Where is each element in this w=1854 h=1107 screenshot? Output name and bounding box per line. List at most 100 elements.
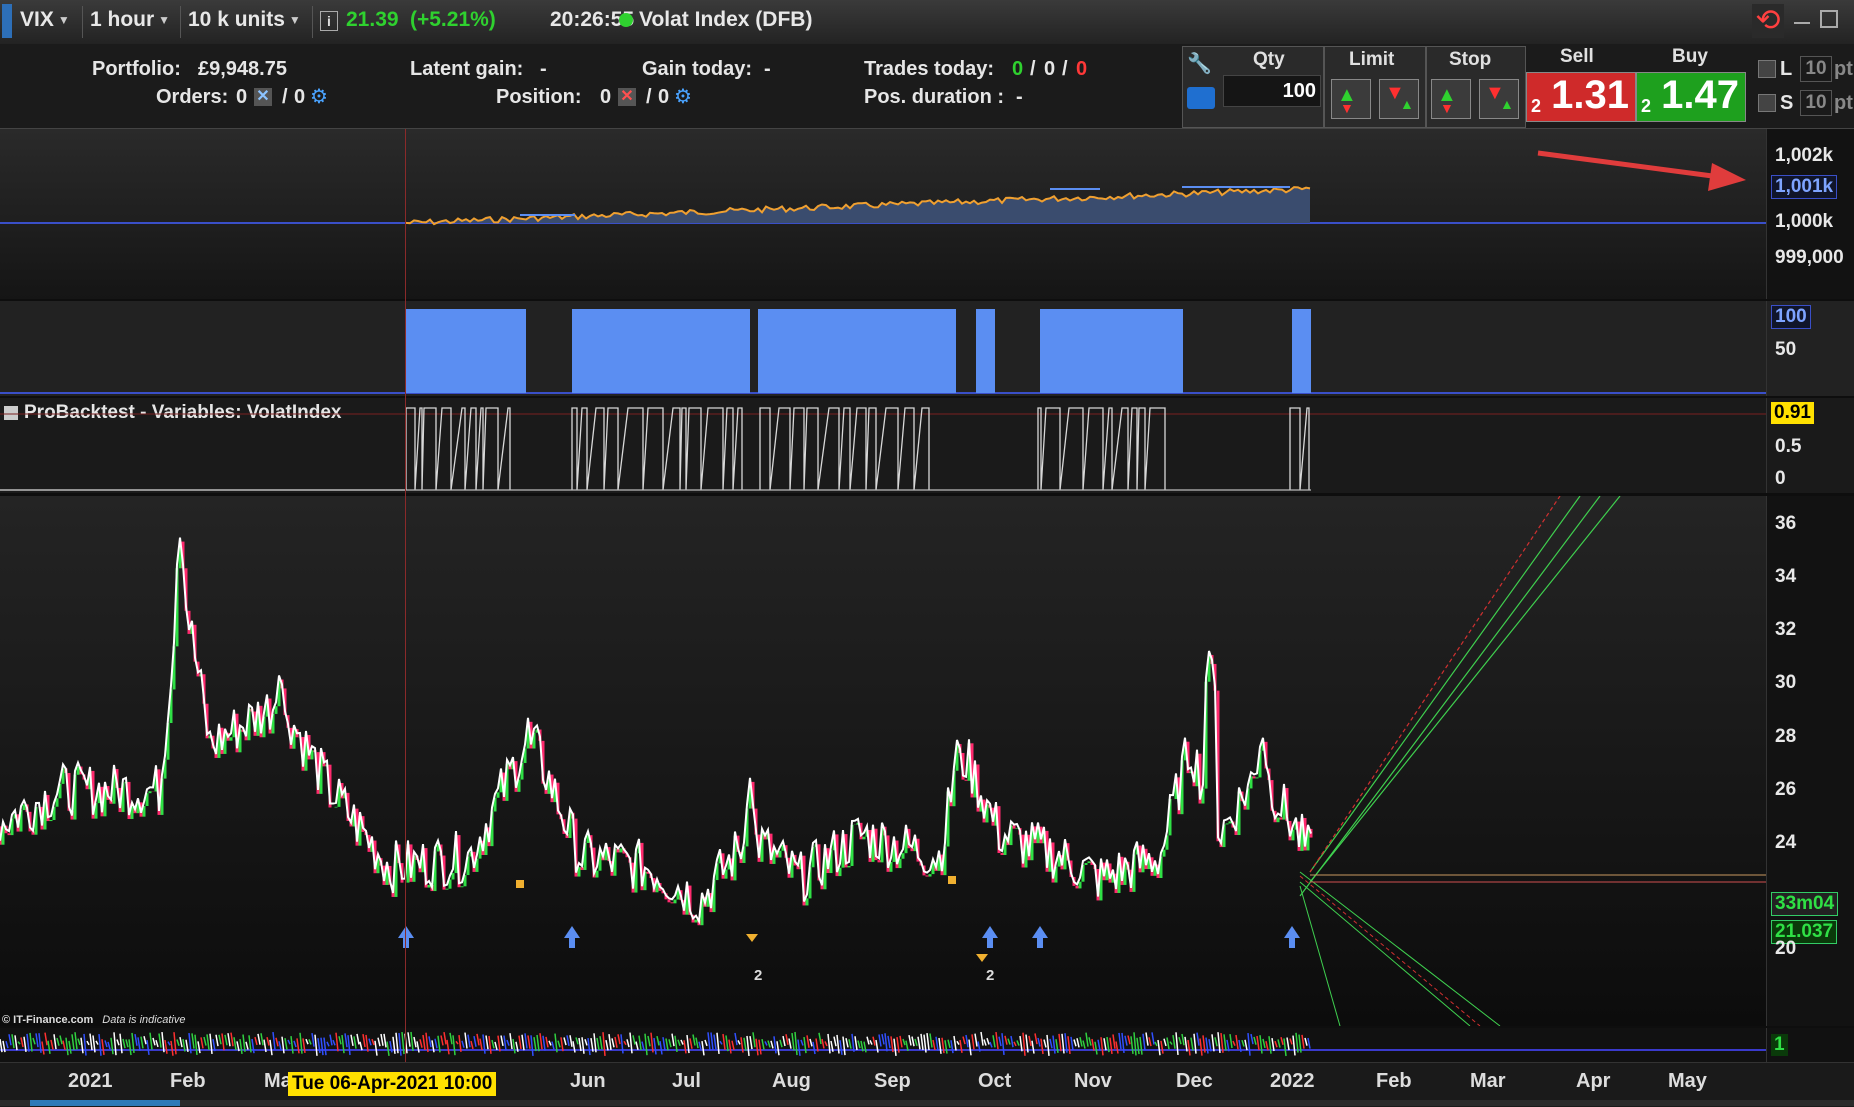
gear-icon[interactable]: ⚙	[310, 84, 328, 109]
volume-tick	[95, 1040, 99, 1045]
qty-box: 🔧 Qty 100	[1182, 46, 1324, 128]
limit-points-input[interactable]: 10	[1800, 56, 1832, 82]
price-tick: 34	[1775, 566, 1797, 587]
volume-tick	[701, 1041, 705, 1056]
volume-tick	[782, 1035, 786, 1047]
volume-tick	[320, 1037, 324, 1056]
volume-tick	[563, 1037, 567, 1046]
limit-checkbox[interactable]	[1758, 60, 1776, 78]
volume-tick	[854, 1036, 858, 1051]
variables-tick: 0.5	[1775, 436, 1802, 457]
volume-tick	[545, 1036, 549, 1048]
volume-tick	[1079, 1037, 1083, 1047]
volume-tick	[920, 1033, 924, 1051]
stop-sell-button[interactable]: ▼ ▲	[1479, 79, 1519, 119]
volume-tick	[566, 1035, 570, 1047]
volume-tick	[1097, 1039, 1101, 1051]
volume-tick	[377, 1037, 381, 1047]
buy-button[interactable]: 2 1.47	[1636, 72, 1746, 122]
volume-tick	[278, 1041, 282, 1050]
volume-tick	[1124, 1035, 1128, 1046]
volume-tick	[146, 1040, 150, 1055]
top-toolbar: VIX ▼ 1 hour ▼ 10 k units ▼ i 21.39 (+5.21%…	[0, 0, 1854, 45]
limit-sell-button[interactable]: ▼ ▲	[1379, 79, 1419, 119]
time-axis-label: Mar	[1470, 1070, 1506, 1092]
link-check-icon[interactable]	[2, 4, 12, 38]
projection-line	[1309, 496, 1581, 873]
volume-tick	[992, 1035, 996, 1048]
volume-tick	[812, 1041, 816, 1055]
buy-signal-arrow-icon	[569, 938, 575, 948]
volume-tick	[494, 1041, 498, 1051]
volume-tick	[65, 1037, 69, 1056]
pos-duration-label: Pos. duration :	[864, 86, 1004, 108]
volume-tick	[1274, 1040, 1278, 1048]
units-dropdown[interactable]: 10 k units ▼	[188, 8, 301, 32]
volume-tick	[227, 1033, 231, 1047]
volume-tick	[719, 1040, 723, 1045]
gear-icon[interactable]: ⚙	[674, 84, 692, 109]
minimize-icon[interactable]	[1794, 22, 1810, 24]
refresh-icon[interactable]: ⟲	[1752, 4, 1784, 38]
volume-tick	[5, 1040, 9, 1049]
volume-tick	[623, 1040, 627, 1046]
volume-tick	[1133, 1032, 1137, 1056]
volume-tick	[950, 1040, 954, 1054]
volume-tick	[1283, 1038, 1287, 1057]
volume-tick	[353, 1036, 357, 1049]
stop-points-unit: pt	[1834, 92, 1853, 114]
volume-tick	[1289, 1038, 1293, 1045]
wrench-icon[interactable]: 🔧	[1187, 51, 1213, 75]
stop-points-input[interactable]: 10	[1800, 90, 1832, 116]
volume-tick	[653, 1037, 657, 1055]
volume-tick	[1049, 1038, 1053, 1049]
cancel-orders-icon[interactable]: ✕	[254, 88, 272, 106]
horizontal-scrollbar[interactable]	[0, 1100, 1854, 1106]
stop-buy-button[interactable]: ▲ ▼	[1431, 79, 1471, 119]
volume-tick	[1211, 1034, 1215, 1052]
volume-tick	[155, 1039, 159, 1048]
scrollbar-thumb[interactable]	[30, 1100, 180, 1106]
volume-tick	[221, 1033, 225, 1051]
time-axis-label: 2022	[1270, 1070, 1315, 1092]
close-position-icon[interactable]: ✕	[618, 88, 636, 106]
volume-tick	[11, 1034, 15, 1049]
volume-tick	[695, 1037, 699, 1049]
volume-tick	[56, 1037, 60, 1046]
maximize-icon[interactable]	[1820, 10, 1838, 28]
volume-tick	[1286, 1037, 1290, 1051]
volume-tick	[1301, 1034, 1305, 1049]
volume-tick	[536, 1034, 540, 1052]
volume-tick	[206, 1034, 210, 1050]
qty-input[interactable]: 100	[1223, 75, 1321, 107]
volume-tick	[125, 1039, 129, 1048]
symbol-dropdown[interactable]: VIX ▼	[20, 8, 70, 32]
volume-tick	[722, 1033, 726, 1050]
volume-tick	[62, 1040, 66, 1050]
volume-tick	[506, 1039, 510, 1046]
volume-tick	[1232, 1040, 1236, 1046]
keyboard-icon[interactable]	[1187, 87, 1215, 109]
timeframe-dropdown[interactable]: 1 hour ▼	[90, 8, 170, 32]
volume-tick	[539, 1033, 543, 1050]
equity-tick: 1,000k	[1775, 211, 1834, 232]
instrument-name: Volat Index (DFB)	[639, 8, 813, 31]
info-icon[interactable]: i	[320, 11, 338, 31]
volume-tick	[245, 1041, 249, 1050]
volume-tick	[908, 1035, 912, 1046]
volume-tick	[386, 1041, 390, 1056]
stop-checkbox[interactable]	[1758, 94, 1776, 112]
variables-axis: 0.91 0.5 0	[1766, 398, 1854, 493]
volume-tick	[746, 1035, 750, 1057]
sell-button[interactable]: 2 1.31	[1526, 72, 1636, 122]
market-open-icon	[619, 13, 633, 27]
volume-tick	[137, 1037, 141, 1051]
variables-pulse	[1289, 407, 1310, 491]
volume-tick	[710, 1032, 714, 1051]
volume-tick	[728, 1039, 732, 1054]
projection-line	[1299, 871, 1501, 1026]
limit-buy-button[interactable]: ▲ ▼	[1331, 79, 1371, 119]
trades-sep-2: /	[1062, 58, 1068, 80]
position-tick: 50	[1775, 339, 1797, 360]
time-axis-label: Dec	[1176, 1070, 1213, 1092]
